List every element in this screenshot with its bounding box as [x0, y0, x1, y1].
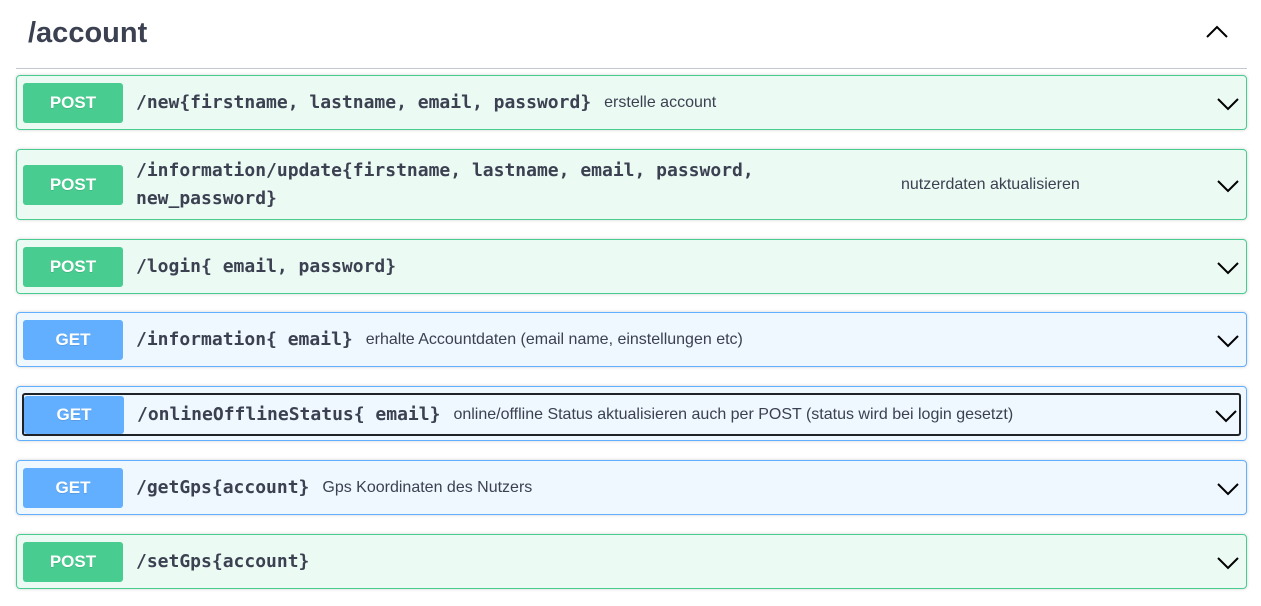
- opblock-summary[interactable]: GET /getGps{account} Gps Koordinaten des…: [17, 461, 1246, 514]
- opblock-summary[interactable]: POST /new{firstname, lastname, email, pa…: [17, 76, 1246, 129]
- endpoint-description: erstelle account: [604, 93, 717, 111]
- endpoint-description: online/offline Status aktualisieren auch…: [453, 405, 1014, 423]
- opblock-summary[interactable]: POST /information/update{firstname, last…: [17, 150, 1246, 219]
- chevron-down-icon[interactable]: [1216, 173, 1240, 197]
- endpoint-path: /new{firstname, lastname, email, passwor…: [136, 92, 592, 113]
- method-badge: POST: [23, 541, 123, 582]
- endpoint-description: nutzerdaten aktualisieren: [901, 175, 1080, 193]
- opblock-summary[interactable]: POST /login{ email, password}: [17, 240, 1246, 293]
- method-badge: GET: [24, 395, 124, 434]
- endpoint-path: /information/update{firstname, lastname,…: [136, 159, 754, 209]
- method-badge: POST: [23, 164, 123, 205]
- endpoint-description: Gps Koordinaten des Nutzers: [322, 478, 533, 496]
- chevron-down-icon[interactable]: [1216, 476, 1240, 500]
- opblock-get-online-offline-status: GET /onlineOfflineStatus{ email} online/…: [16, 386, 1247, 441]
- opblock-post-information-update: POST /information/update{firstname, last…: [16, 149, 1247, 220]
- chevron-down-icon[interactable]: [1214, 403, 1238, 427]
- chevron-down-icon[interactable]: [1216, 550, 1240, 574]
- opblock-summary[interactable]: GET /information{ email} erhalte Account…: [17, 313, 1246, 366]
- method-badge: POST: [23, 82, 123, 123]
- endpoint-path: /getGps{account}: [136, 477, 310, 498]
- opblock-post-login: POST /login{ email, password}: [16, 239, 1247, 294]
- endpoint-path: /onlineOfflineStatus{ email}: [137, 404, 441, 425]
- method-badge: GET: [23, 467, 123, 508]
- section-header-account[interactable]: /account: [16, 0, 1247, 69]
- opblock-get-getgps: GET /getGps{account} Gps Koordinaten des…: [16, 460, 1247, 515]
- endpoint-path: /information{ email}: [136, 329, 353, 350]
- chevron-down-icon[interactable]: [1216, 91, 1240, 115]
- chevron-down-icon[interactable]: [1216, 328, 1240, 352]
- opblock-summary[interactable]: GET /onlineOfflineStatus{ email} online/…: [22, 393, 1241, 436]
- opblock-summary[interactable]: POST /setGps{account}: [17, 535, 1246, 588]
- opblock-get-information: GET /information{ email} erhalte Account…: [16, 312, 1247, 367]
- method-badge: POST: [23, 246, 123, 287]
- section-title: /account: [28, 17, 148, 49]
- chevron-up-icon[interactable]: [1201, 18, 1233, 48]
- opblock-post-new: POST /new{firstname, lastname, email, pa…: [16, 75, 1247, 130]
- opblock-post-setgps: POST /setGps{account}: [16, 534, 1247, 589]
- endpoint-path: /login{ email, password}: [136, 256, 397, 277]
- chevron-down-icon[interactable]: [1216, 255, 1240, 279]
- endpoint-path: /setGps{account}: [136, 551, 310, 572]
- endpoint-description: erhalte Accountdaten (email name, einste…: [365, 330, 743, 348]
- method-badge: GET: [23, 319, 123, 360]
